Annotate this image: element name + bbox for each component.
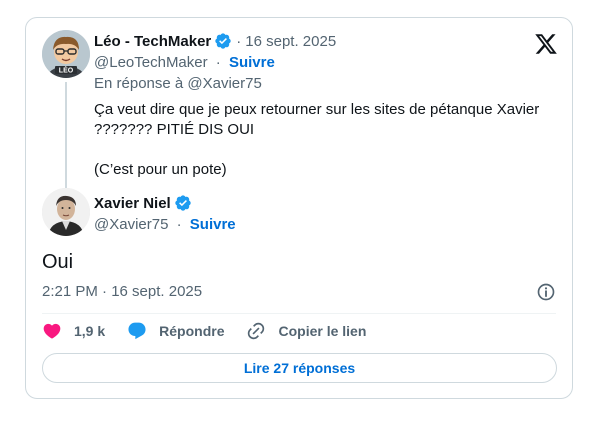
- main-author-row: Xavier Niel: [94, 194, 192, 212]
- parent-date[interactable]: 16 sept. 2025: [245, 33, 336, 50]
- thread-connector-line: [65, 82, 67, 192]
- x-logo-icon[interactable]: [534, 32, 558, 56]
- tweet-timestamp[interactable]: 2:21 PM · 16 sept. 2025: [42, 283, 202, 300]
- copy-link-label: Copier le lien: [278, 323, 367, 339]
- main-handle-row: @Xavier75 · Suivre: [94, 216, 236, 233]
- cartoon-avatar-image: LÉO: [42, 30, 90, 78]
- reply-label: Répondre: [159, 323, 225, 339]
- parent-display-name[interactable]: Léo - TechMaker: [94, 33, 211, 50]
- like-button[interactable]: 1,9 k: [42, 321, 105, 341]
- parent-handle-row: @LeoTechMaker · Suivre: [94, 54, 275, 71]
- avatar-badge-text: LÉO: [59, 66, 74, 75]
- separator-dot: ·: [176, 216, 182, 233]
- parent-handle[interactable]: @LeoTechMaker: [94, 54, 208, 71]
- separator-dot: ·: [215, 54, 221, 71]
- info-icon[interactable]: [536, 282, 556, 302]
- verified-badge-icon: [175, 195, 191, 211]
- tweet-embed-card: LÉO Léo - TechMaker · 16 sept. 2025 @Leo…: [25, 17, 573, 399]
- reply-bubble-icon: [128, 322, 146, 340]
- main-author-avatar[interactable]: [42, 188, 90, 236]
- parent-author-row: Léo - TechMaker · 16 sept. 2025: [94, 32, 336, 50]
- parent-tweet-text: Ça veut dire que je peux retourner sur l…: [94, 100, 554, 180]
- main-tweet-text: Oui: [42, 251, 74, 273]
- copy-link-button[interactable]: Copier le lien: [246, 321, 366, 341]
- reply-to-label[interactable]: En réponse à @Xavier75: [94, 75, 262, 92]
- follow-button[interactable]: Suivre: [229, 54, 275, 71]
- link-icon: [248, 322, 265, 340]
- verified-badge-icon: [215, 33, 231, 49]
- follow-button[interactable]: Suivre: [190, 216, 236, 233]
- heart-icon: [43, 323, 61, 339]
- parent-text-line: (C’est pour un pote): [94, 161, 227, 178]
- tweet-actions-bar: 1,9 k Répondre Copier le lien: [42, 321, 388, 341]
- parent-text-line: Ça veut dire que je peux retourner sur l…: [94, 101, 540, 138]
- main-display-name[interactable]: Xavier Niel: [94, 195, 171, 212]
- read-replies-button[interactable]: Lire 27 réponses: [42, 353, 557, 383]
- main-handle[interactable]: @Xavier75: [94, 216, 168, 233]
- like-count: 1,9 k: [74, 323, 106, 339]
- separator-dot: ·: [236, 32, 242, 50]
- actions-divider: [42, 313, 556, 314]
- portrait-avatar-image: [42, 188, 90, 236]
- reply-button[interactable]: Répondre: [127, 321, 224, 341]
- parent-author-avatar[interactable]: LÉO: [42, 30, 90, 78]
